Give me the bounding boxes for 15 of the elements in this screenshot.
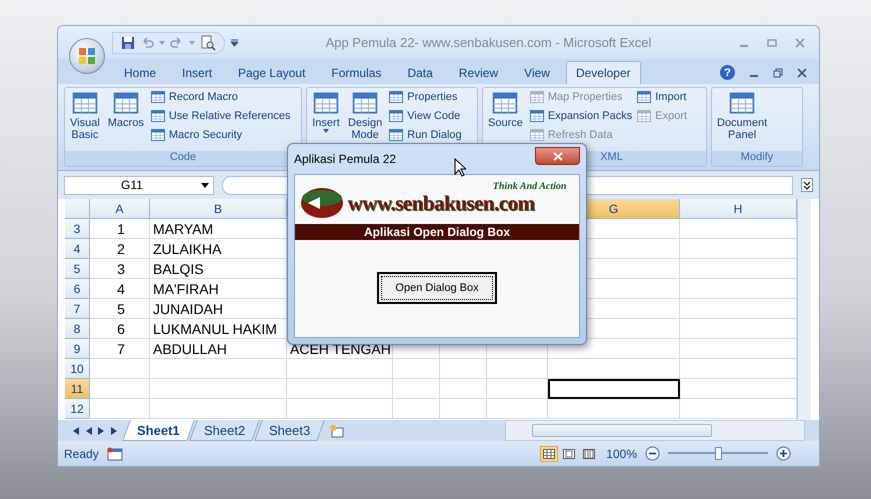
dialog-banner: Aplikasi Open Dialog Box xyxy=(295,224,579,240)
table-cell: 1 xyxy=(90,219,150,239)
table-cell: 2 xyxy=(90,239,150,259)
table-cell: 7 xyxy=(90,339,150,359)
status-text: Ready xyxy=(64,446,99,460)
table-cell: 3 xyxy=(90,259,150,279)
logo-tagline: Think And Action xyxy=(492,181,566,192)
logo-text: www.senbakusen.com xyxy=(348,190,535,216)
table-cell: 6 xyxy=(90,319,150,339)
table-cell: ABDULLAH xyxy=(150,339,287,359)
table-cell: 4 xyxy=(90,279,150,299)
dialog-title: Aplikasi Pemula 22 xyxy=(294,152,396,166)
window-title: App Pemula 22- www.senbakusen.com - Microsoft Excel xyxy=(324,35,652,50)
group-label: Modify xyxy=(712,151,802,166)
table-cell: 5 xyxy=(90,299,150,319)
